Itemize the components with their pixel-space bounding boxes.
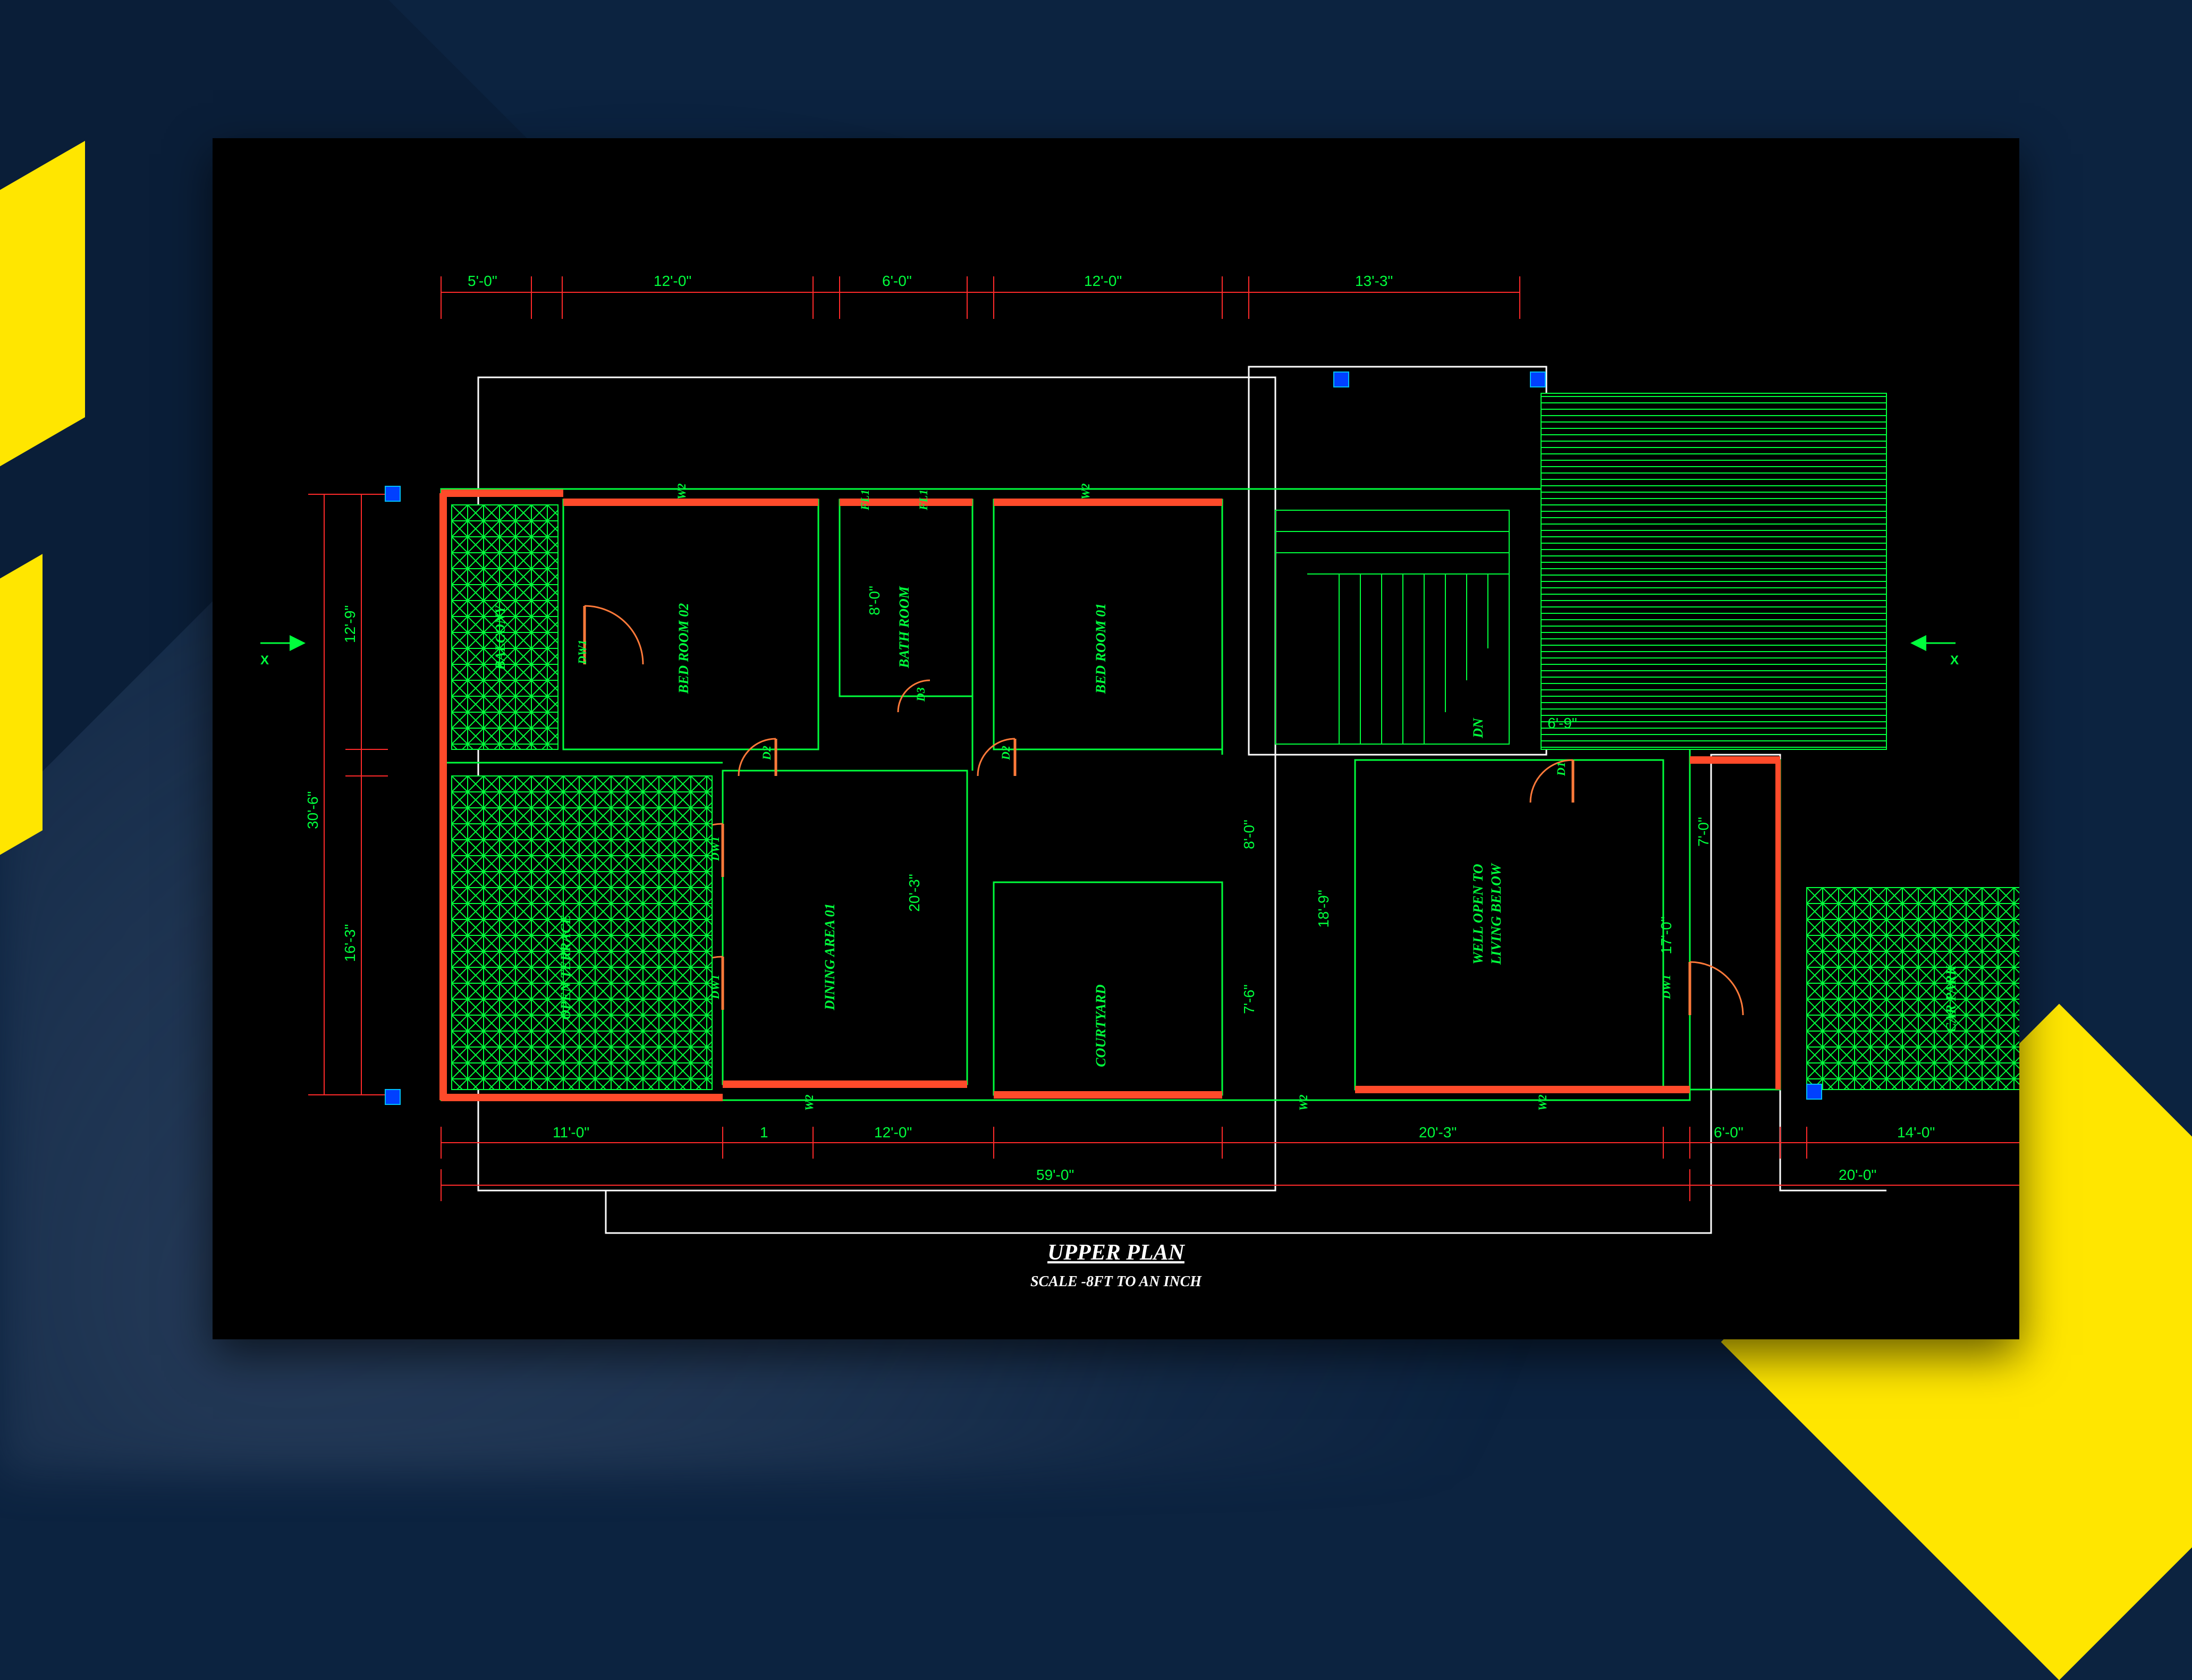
svg-text:X: X [1950,653,1959,668]
svg-text:17'-0": 17'-0" [1658,916,1674,954]
dim-label: 5'-0" [468,273,497,289]
svg-text:20'-3": 20'-3" [906,874,922,911]
svg-text:COURTYARD: COURTYARD [1093,984,1108,1067]
svg-text:LIVING BELOW: LIVING BELOW [1488,863,1504,965]
svg-text:8'-0": 8'-0" [866,586,883,615]
svg-text:D2: D2 [760,746,773,761]
open-terrace-hatch [452,776,712,1090]
svg-text:W2: W2 [675,483,688,500]
dim-label: 16'-3" [342,924,358,962]
svg-text:FL1: FL1 [917,489,930,511]
dim-label: 30'-6" [304,791,321,829]
svg-text:W2: W2 [802,1094,816,1111]
svg-text:W2: W2 [1536,1094,1549,1111]
carpark-hatch [1807,888,2019,1090]
roof-stripe [1541,393,1886,749]
dim-bottom-2: 59'-0" 20'-0" [441,1167,2019,1201]
section-mark-right: X [1918,643,1959,668]
svg-text:DW1: DW1 [708,837,722,862]
svg-text:7'-6": 7'-6" [1241,984,1257,1014]
dim-label: 12'-0" [1084,273,1122,289]
svg-text:8'-0": 8'-0" [1241,820,1257,849]
svg-text:7'-0": 7'-0" [1695,817,1712,847]
dim-label: 6'-0" [1714,1124,1744,1141]
dim-left: 12'-9" 16'-3" 30'-6" [304,494,388,1095]
svg-text:X: X [260,653,269,668]
svg-text:D2: D2 [999,746,1012,761]
svg-text:D3: D3 [914,687,927,702]
dim-label: 11'-0" [553,1124,589,1141]
dim-top: 5'-0" 12'-0" 6'-0" 12'-0" 13'-3" [441,273,1520,319]
svg-text:DN: DN [1470,717,1486,739]
svg-text:W2: W2 [1079,483,1092,500]
plan-subtitle: SCALE -8FT TO AN INCH [1030,1273,1202,1290]
svg-text:BED ROOM 01: BED ROOM 01 [1093,603,1108,694]
svg-text:BED ROOM 02: BED ROOM 02 [676,603,691,694]
svg-text:BATH ROOM: BATH ROOM [896,586,912,669]
dim-label: 12'-9" [342,605,358,643]
dim-bottom-1: 11'-0" 1 12'-0" 20'-3" 6'-0" 14'-0" [441,1124,2019,1159]
svg-text:DW1: DW1 [708,975,722,1000]
svg-text:CAR PARK: CAR PARK [1943,965,1959,1032]
svg-text:OPEN TERRACE: OPEN TERRACE [558,915,573,1019]
dim-label: 14'-0" [1897,1124,1935,1141]
dim-label: 1 [760,1124,768,1141]
dim-label: 59'-0" [1036,1167,1074,1183]
dim-label: 13'-3" [1355,273,1393,289]
dw-tags: W2 FL1 FL1 W2 DW1 D2 D3 D2 DW1 DW1 D1 DW1 W2 W2 W2 [575,483,1673,1111]
svg-text:FL1: FL1 [858,489,871,511]
svg-text:6'-9": 6'-9" [1547,715,1577,731]
dim-label: 6'-0" [882,273,912,289]
svg-text:D1: D1 [1554,762,1568,776]
dim-label: 12'-0" [654,273,691,289]
svg-text:DW1: DW1 [1660,975,1673,1000]
svg-text:BALCONY: BALCONY [493,604,508,670]
svg-text:DW1: DW1 [575,640,589,665]
dim-label: 20'-3" [1419,1124,1457,1141]
svg-text:WELL OPEN TO: WELL OPEN TO [1470,864,1486,964]
floorplan-drawing: 5'-0" 12'-0" 6'-0" 12'-0" 13'-3" 12'-9" … [213,138,2019,1339]
svg-text:DINING AREA 01: DINING AREA 01 [822,903,837,1010]
svg-text:18'-9": 18'-9" [1315,890,1332,927]
dim-label: 20'-0" [1839,1167,1876,1183]
section-mark-left: X [260,643,298,668]
plan-title: UPPER PLAN [1047,1240,1185,1265]
dim-label: 12'-0" [874,1124,912,1141]
svg-text:W2: W2 [1297,1094,1310,1111]
